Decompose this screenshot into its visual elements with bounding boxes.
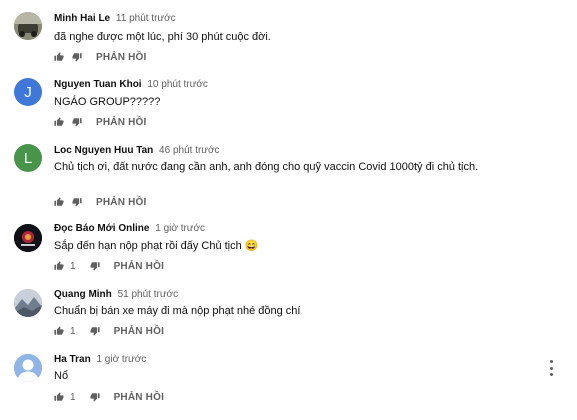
author-name[interactable]: Nguyen Tuan Khoi xyxy=(54,79,142,90)
comment-time[interactable]: 11 phút trước xyxy=(116,13,176,24)
thumbs-up-icon[interactable] xyxy=(54,392,64,402)
like-count: 1 xyxy=(70,391,76,403)
avatar[interactable] xyxy=(14,289,42,317)
author-name[interactable]: Đọc Báo Mới Online xyxy=(54,223,149,234)
author-name[interactable]: Minh Hai Le xyxy=(54,13,110,24)
comment-actions: 1 PHẢN HỒI xyxy=(54,390,164,404)
comment-meta: Đọc Báo Mới Online 1 giờ trước xyxy=(54,223,205,234)
avatar[interactable] xyxy=(14,354,42,382)
author-name[interactable]: Ha Tran xyxy=(54,354,91,365)
comment-actions: 1 PHẢN HỒI xyxy=(54,324,164,338)
comment-time[interactable]: 10 phút trước xyxy=(147,79,208,90)
comment-text: Nổ xyxy=(54,370,69,382)
comment-text: Sắp đến hạn nộp phạt rồi đấy Chủ tịch 😄 xyxy=(54,240,259,252)
default-user-icon xyxy=(14,354,42,382)
thumbs-up-icon[interactable] xyxy=(54,197,64,207)
thumbs-down-icon[interactable] xyxy=(72,197,82,207)
thumbs-up-icon[interactable] xyxy=(54,261,64,271)
avatar[interactable]: J xyxy=(14,78,42,106)
author-name[interactable]: Loc Nguyen Huu Tan xyxy=(54,145,153,156)
comment-meta: Ha Tran 1 giờ trước xyxy=(54,354,146,365)
photo-avatar-icon xyxy=(14,224,42,252)
comment-text: Chủ tịch ơi, đất nước đang cần anh, anh … xyxy=(54,161,479,173)
thumbs-up-icon[interactable] xyxy=(54,52,64,62)
thumbs-up-icon[interactable] xyxy=(54,326,64,336)
reply-button[interactable]: PHẢN HỒI xyxy=(114,392,165,403)
photo-avatar-icon xyxy=(14,12,42,40)
comment-time[interactable]: 1 giờ trước xyxy=(155,223,205,234)
more-vertical-icon[interactable] xyxy=(547,360,555,376)
comment-text: Chuẩn bị bán xe máy đi mà nộp phạt nhé đ… xyxy=(54,305,301,317)
reply-button[interactable]: PHẢN HỒI xyxy=(96,117,147,128)
reply-button[interactable]: PHẢN HỒI xyxy=(96,52,147,63)
photo-avatar-icon xyxy=(14,289,42,317)
dot xyxy=(549,360,553,363)
thumbs-down-icon[interactable] xyxy=(89,392,100,402)
comment-time[interactable]: 46 phút trước xyxy=(159,145,220,156)
thumbs-down-icon[interactable] xyxy=(72,52,82,62)
reply-button[interactable]: PHẢN HỒI xyxy=(114,261,165,272)
comment-time[interactable]: 51 phút trước xyxy=(118,289,179,300)
avatar[interactable] xyxy=(14,12,42,40)
comment-actions: PHẢN HỒI xyxy=(54,195,147,209)
avatar[interactable]: L xyxy=(14,144,42,172)
author-name[interactable]: Quang Minh xyxy=(54,289,112,300)
thumbs-down-icon[interactable] xyxy=(72,117,82,127)
comment-meta: Loc Nguyen Huu Tan 46 phút trước xyxy=(54,145,220,156)
like-count: 1 xyxy=(70,325,76,337)
comment-text: đã nghe được một lúc, phí 30 phút cuộc đ… xyxy=(54,31,271,43)
comment-text: NGÁO GROUP????? xyxy=(54,96,161,108)
comment-meta: Nguyen Tuan Khoi 10 phút trước xyxy=(54,79,208,90)
like-count: 1 xyxy=(70,260,76,272)
comment-actions: PHẢN HỒI xyxy=(54,115,147,129)
reply-button[interactable]: PHẢN HỒI xyxy=(96,197,147,208)
dot xyxy=(549,366,553,370)
dot xyxy=(549,373,553,376)
thumbs-down-icon[interactable] xyxy=(89,326,100,336)
comment-actions: PHẢN HỒI xyxy=(54,50,147,64)
thumbs-up-icon[interactable] xyxy=(54,117,64,127)
avatar[interactable] xyxy=(14,224,42,252)
comment-time[interactable]: 1 giờ trước xyxy=(96,354,146,365)
thumbs-down-icon[interactable] xyxy=(89,261,100,271)
comment-meta: Minh Hai Le 11 phút trước xyxy=(54,13,176,24)
comment-meta: Quang Minh 51 phút trước xyxy=(54,289,178,300)
reply-button[interactable]: PHẢN HỒI xyxy=(114,326,165,337)
comment-actions: 1 PHẢN HỒI xyxy=(54,259,164,273)
